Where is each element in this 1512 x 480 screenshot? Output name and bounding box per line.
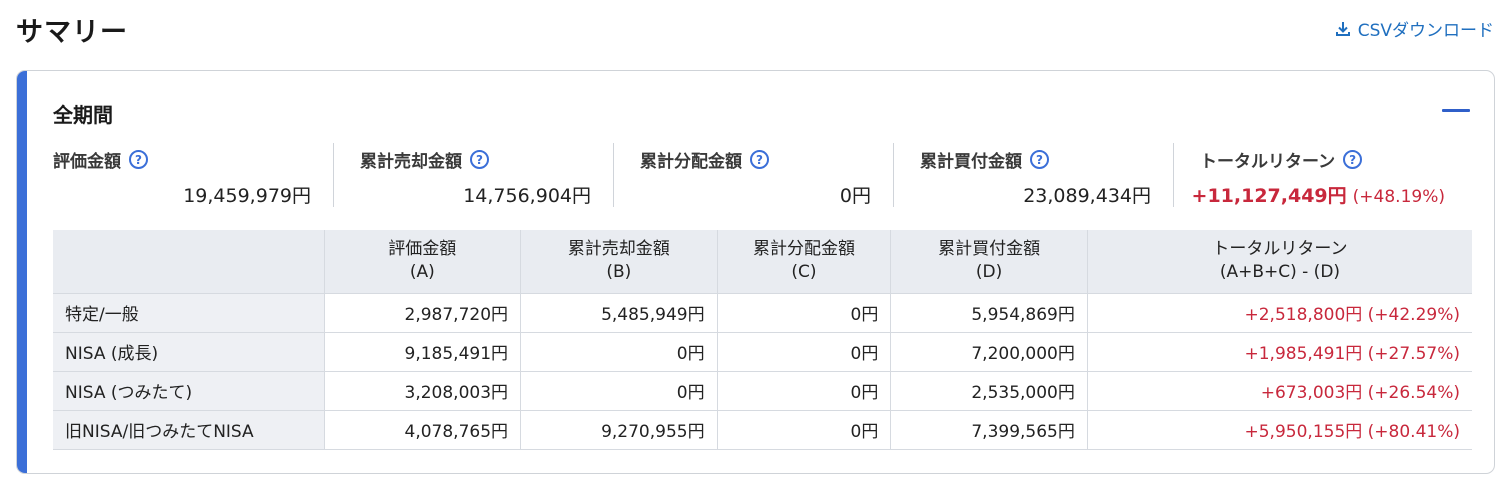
- collapse-button[interactable]: [1442, 99, 1470, 121]
- cell-return: +673,003円 (+26.54%): [1086, 370, 1472, 410]
- help-icon[interactable]: ?: [1343, 150, 1363, 169]
- table-row: NISA (成長) 9,185,491円 0円 0円 7,200,000円 +1…: [53, 331, 1472, 371]
- return-amount: +11,127,449円: [1191, 185, 1347, 207]
- metric-label: 累計買付金額: [920, 152, 1022, 172]
- row-label: NISA (つみたて): [53, 370, 324, 410]
- summary-table: 評価金額 (A) 累計売却金額 (B) 累計分配金額 (C) 累計買付金額 (D) トー…: [53, 230, 1472, 450]
- cell-valuation: 2,987,720円: [323, 292, 521, 332]
- metric-label: トータルリターン: [1200, 152, 1336, 172]
- table-row: NISA (つみたて) 3,208,003円 0円 0円 2,535,000円 …: [53, 370, 1472, 410]
- table-row: 旧NISA/旧つみたてNISA 4,078,765円 9,270,955円 0円…: [53, 409, 1472, 450]
- table-header-row: 評価金額 (A) 累計売却金額 (B) 累計分配金額 (C) 累計買付金額 (D) トー…: [53, 230, 1472, 293]
- section-title: 全期間: [53, 103, 113, 127]
- cell-purchase: 7,399,565円: [890, 409, 1088, 450]
- cell-sales: 0円: [520, 331, 718, 371]
- metric-total-purchase: 累計買付金額 ? 23,089,434円: [893, 143, 1173, 207]
- metric-value: 0円: [839, 185, 871, 207]
- metric-valuation: 評価金額 ? 19,459,979円: [53, 143, 333, 207]
- help-icon[interactable]: ?: [470, 150, 489, 169]
- cell-distribution: 0円: [716, 370, 891, 410]
- metric-total-return: トータルリターン ? +11,127,449円 (+48.19%): [1173, 143, 1453, 207]
- cell-purchase: 5,954,869円: [890, 292, 1088, 332]
- cell-sales: 5,485,949円: [520, 292, 718, 332]
- cell-purchase: 2,535,000円: [890, 370, 1088, 410]
- help-icon[interactable]: ?: [1030, 150, 1049, 169]
- metric-value: 14,756,904円: [463, 185, 591, 207]
- header-cell-distribution: 累計分配金額 (C): [716, 230, 891, 293]
- cell-valuation: 4,078,765円: [323, 409, 521, 450]
- cell-distribution: 0円: [716, 409, 891, 450]
- metric-value: 19,459,979円: [183, 185, 311, 207]
- metric-label: 評価金額: [53, 152, 121, 172]
- return-percent: (+48.19%): [1352, 187, 1445, 207]
- cell-return: +1,985,491円 (+27.57%): [1086, 331, 1472, 371]
- row-label: 旧NISA/旧つみたてNISA: [53, 409, 324, 450]
- cell-valuation: 3,208,003円: [323, 370, 521, 410]
- card-accent-bar: [17, 71, 27, 473]
- metric-label: 累計売却金額: [360, 152, 462, 172]
- cell-sales: 9,270,955円: [520, 409, 718, 450]
- metrics-row: 評価金額 ? 19,459,979円 累計売却金額 ? 14,756,904円 …: [53, 143, 1473, 207]
- cell-purchase: 7,200,000円: [890, 331, 1088, 371]
- metric-value: 23,089,434円: [1023, 185, 1151, 207]
- cell-distribution: 0円: [716, 292, 891, 332]
- header-cell-sales: 累計売却金額 (B): [520, 230, 718, 293]
- header-cell-purchase: 累計買付金額 (D): [890, 230, 1088, 293]
- header-cell-valuation: 評価金額 (A): [323, 230, 521, 293]
- cell-distribution: 0円: [716, 331, 891, 371]
- summary-card: 全期間 評価金額 ? 19,459,979円 累計売却金額 ? 14,756,9…: [16, 70, 1495, 474]
- csv-download-label: CSVダウンロード: [1357, 21, 1494, 41]
- header-cell-return: トータルリターン (A+B+C) - (D): [1086, 230, 1472, 293]
- header-cell-empty: [53, 230, 324, 293]
- page-title: サマリー: [16, 17, 128, 48]
- help-icon[interactable]: ?: [129, 150, 148, 169]
- row-label: 特定/一般: [53, 292, 324, 332]
- minus-icon: [1442, 108, 1470, 112]
- cell-return: +5,950,155円 (+80.41%): [1086, 409, 1472, 450]
- metric-total-distribution: 累計分配金額 ? 0円: [613, 143, 893, 207]
- cell-return: +2,518,800円 (+42.29%): [1086, 292, 1472, 332]
- csv-download-link[interactable]: CSVダウンロード: [1334, 16, 1494, 41]
- row-label: NISA (成長): [53, 331, 324, 371]
- help-icon[interactable]: ?: [750, 150, 769, 169]
- metric-total-sales: 累計売却金額 ? 14,756,904円: [333, 143, 613, 207]
- metric-value: +11,127,449円 (+48.19%): [1192, 181, 1445, 208]
- cell-valuation: 9,185,491円: [323, 331, 521, 371]
- cell-sales: 0円: [520, 370, 718, 410]
- metric-label: 累計分配金額: [640, 152, 742, 172]
- download-icon: [1335, 21, 1350, 36]
- table-row: 特定/一般 2,987,720円 5,485,949円 0円 5,954,869…: [53, 292, 1472, 332]
